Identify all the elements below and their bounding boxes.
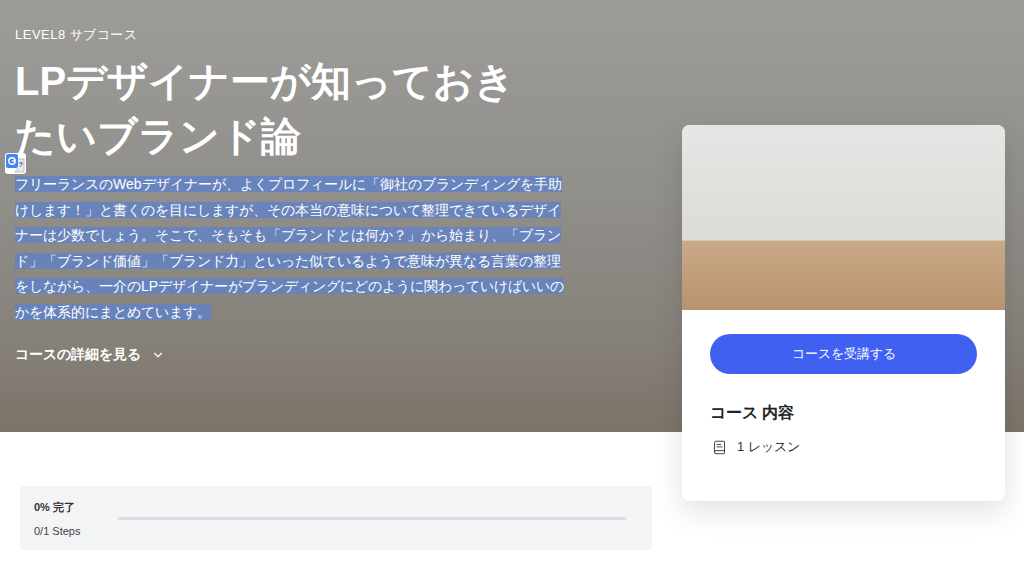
progress-box: 0% 完了 0/1 Steps xyxy=(20,486,652,550)
course-level-label: LEVEL8 サブコース xyxy=(15,26,1024,44)
enroll-button[interactable]: コースを受講する xyxy=(710,334,977,374)
chevron-down-icon xyxy=(151,348,165,362)
course-card: コースを受講するコース 内容 1 レッスン xyxy=(682,125,1005,501)
progress-percent: 0% 完了 xyxy=(34,500,100,515)
contents-title: コース 内容 xyxy=(710,402,977,424)
selection-highlight: フリーランスのWebデザイナーが、よくプロフィールに「御社のブランディングを手助… xyxy=(15,176,564,320)
progress-steps: 0/1 Steps xyxy=(34,525,100,537)
course-image xyxy=(682,125,1005,310)
progress-track xyxy=(118,517,626,520)
contents-item: 1 レッスン xyxy=(710,438,977,456)
course-details-link[interactable]: コースの詳細を見る xyxy=(15,346,165,364)
course-title: LPデザイナーが知っておきたいブランド論 xyxy=(15,54,535,164)
course-description: フリーランスのWebデザイナーが、よくプロフィールに「御社のブランディングを手助… xyxy=(15,172,571,326)
translate-icon[interactable] xyxy=(5,153,26,174)
course-page: LEVEL8 サブコース LPデザイナーが知っておきたいブランド論フリーランスのW… xyxy=(0,0,1024,565)
book-icon xyxy=(712,440,727,455)
